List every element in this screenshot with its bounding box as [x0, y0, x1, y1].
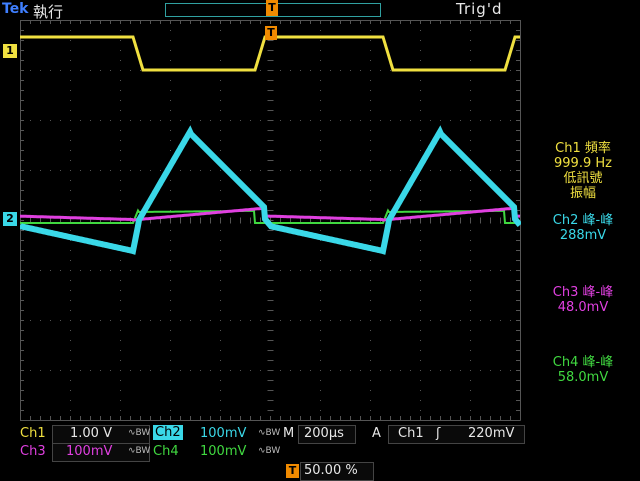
- trigger-level[interactable]: 220mV: [468, 426, 514, 441]
- ch2-bw-limit-icon: ∿BW: [258, 428, 281, 438]
- brand-logo: Tek: [2, 1, 29, 17]
- trigger-source[interactable]: Ch1: [398, 426, 424, 441]
- ch3-label[interactable]: Ch3: [20, 444, 46, 459]
- ch2-label[interactable]: Ch2: [153, 425, 183, 440]
- waveform-graticule: [20, 20, 521, 421]
- ch1-waveform: [20, 35, 520, 72]
- ch4-bw-limit-icon: ∿BW: [258, 446, 281, 456]
- ch2-ground-marker[interactable]: 2: [3, 212, 17, 226]
- trigger-status: Trig'd: [456, 0, 503, 18]
- ch2-vertical-scale[interactable]: 100mV: [200, 426, 246, 441]
- trigger-mode: A: [372, 426, 381, 441]
- ch1-ground-marker[interactable]: 1: [3, 44, 17, 58]
- measurement-ch2-pk-pk: Ch2 峰-峰 288mV: [526, 213, 640, 243]
- run-state: 執行: [33, 3, 64, 21]
- bottom-status-panel: Ch1 1.00 V ∿BW Ch2 100mV ∿BW M 200µs A C…: [0, 424, 640, 481]
- trigger-rising-edge-icon: ʃ: [436, 426, 441, 441]
- ch3-bw-limit-icon: ∿BW: [128, 446, 151, 456]
- ch1-label[interactable]: Ch1: [20, 426, 46, 441]
- meas-ch2-line2: 288mV: [559, 228, 607, 243]
- measurement-ch3-pk-pk: Ch3 峰-峰 48.0mV: [526, 285, 640, 315]
- meas-ch1-line2: 999.9 Hz: [554, 156, 612, 171]
- meas-ch1-line1: Ch1 頻率: [555, 141, 611, 156]
- ch4-vertical-scale[interactable]: 100mV: [200, 444, 246, 459]
- meas-ch4-line2: 58.0mV: [557, 370, 609, 385]
- meas-ch1-line3: 低訊號: [563, 171, 603, 186]
- ch2-waveform: [20, 125, 521, 255]
- ch1-vertical-scale[interactable]: 1.00 V: [70, 426, 112, 441]
- grid-lines: [20, 20, 521, 421]
- trigger-position-value[interactable]: 50.00 %: [304, 463, 358, 478]
- measurement-ch4-pk-pk: Ch4 峰-峰 58.0mV: [526, 355, 640, 385]
- ch3-vertical-scale[interactable]: 100mV: [66, 444, 112, 459]
- meas-ch3-line2: 48.0mV: [557, 300, 609, 315]
- meas-ch2-line1: Ch2 峰-峰: [552, 213, 614, 228]
- meas-ch3-line1: Ch3 峰-峰: [552, 285, 614, 300]
- ch4-label[interactable]: Ch4: [153, 444, 179, 459]
- trigger-time-marker[interactable]: T: [265, 26, 277, 40]
- meas-ch1-line4: 振幅: [569, 186, 596, 201]
- top-status-bar: Tek 執行 Trig'd T: [0, 0, 640, 21]
- horizontal-label: M: [283, 426, 295, 441]
- horizontal-scale[interactable]: 200µs: [304, 426, 344, 441]
- ch1-bw-limit-icon: ∿BW: [128, 428, 151, 438]
- meas-ch4-line1: Ch4 峰-峰: [552, 355, 614, 370]
- trigger-position-marker[interactable]: T: [266, 0, 278, 16]
- measurement-ch1-frequency: Ch1 頻率 999.9 Hz 低訊號 振幅: [526, 141, 640, 201]
- trigger-position-icon: T: [286, 464, 299, 478]
